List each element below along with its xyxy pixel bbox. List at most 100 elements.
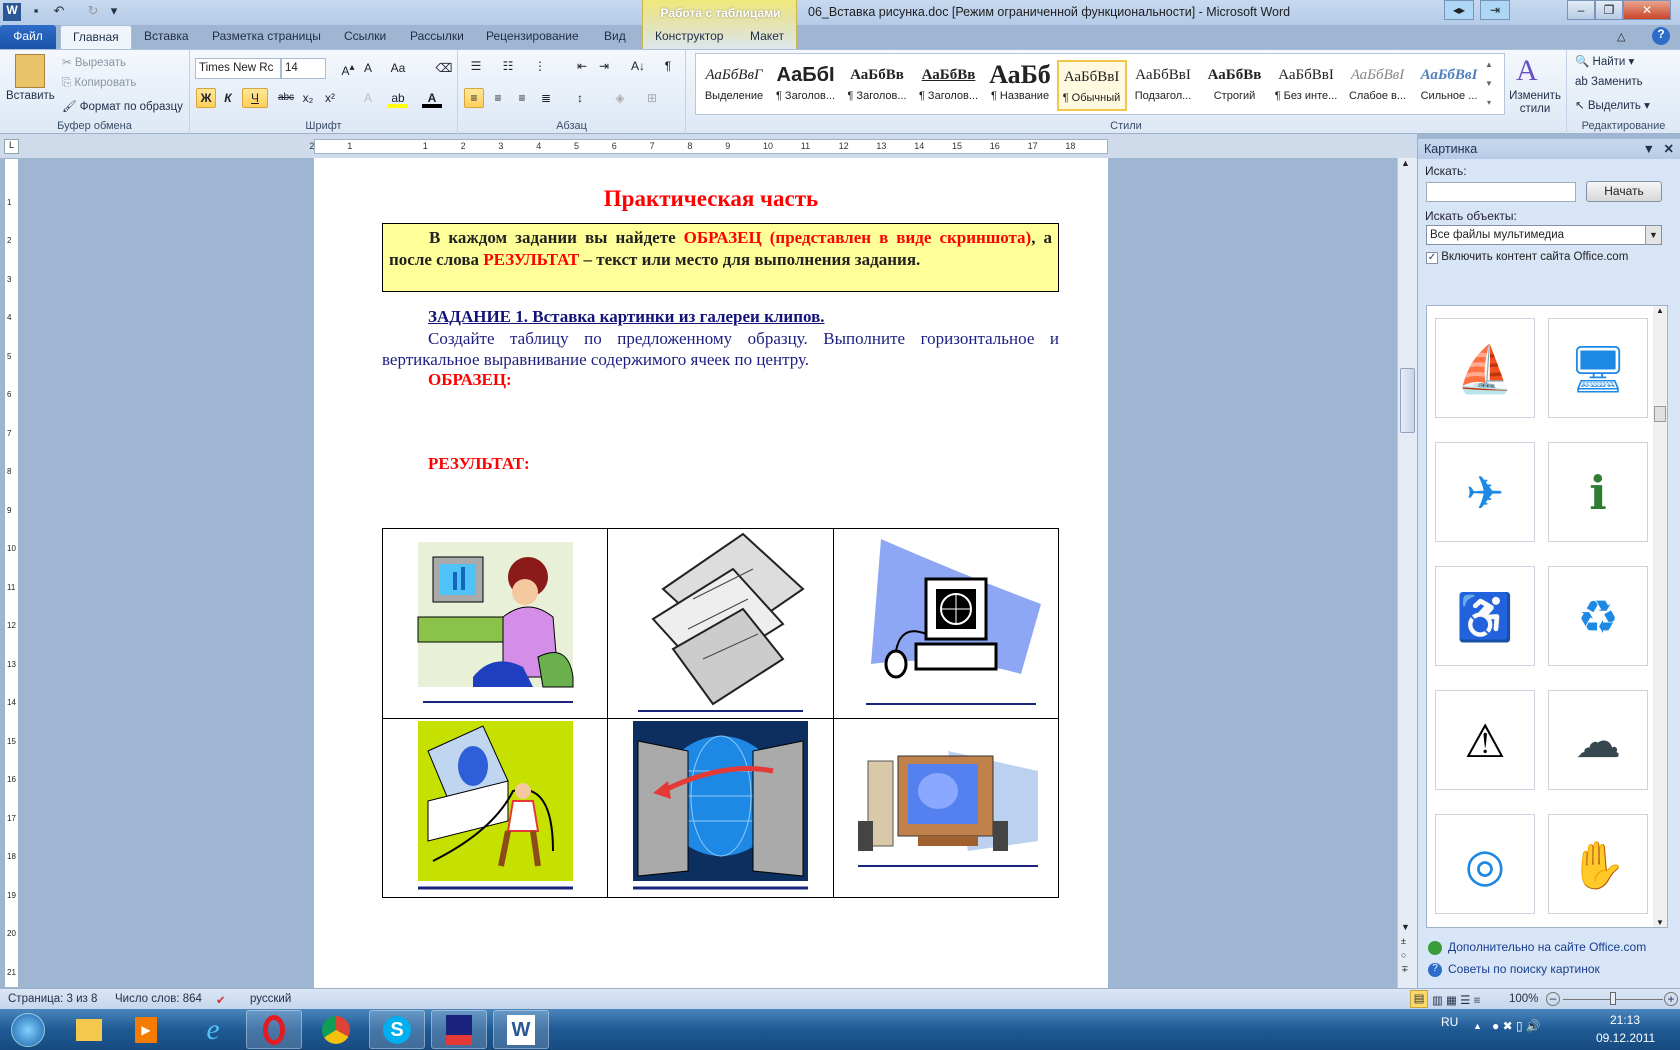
browse-object-icons[interactable]: ▼ ± ○ ∓ bbox=[1401, 920, 1410, 976]
recycle-sign-thumbnail[interactable]: ♻ bbox=[1548, 566, 1648, 666]
chrome-icon[interactable] bbox=[308, 1010, 364, 1049]
superscript-icon[interactable]: x² bbox=[320, 88, 340, 108]
undo-icon[interactable]: ↶ bbox=[50, 3, 68, 21]
change-case-icon[interactable]: Aa bbox=[388, 58, 408, 78]
style-item[interactable]: АаБбВвІ ¶ Без инте... bbox=[1271, 60, 1341, 111]
style-item[interactable]: АаБбВв ¶ Заголов... bbox=[842, 60, 912, 111]
text-effects-icon[interactable]: A bbox=[358, 88, 378, 108]
save-icon[interactable]: ▪ bbox=[27, 3, 45, 21]
split-icon[interactable]: ◂▸ bbox=[1444, 0, 1474, 20]
media-player-icon[interactable]: ▶ bbox=[118, 1010, 174, 1049]
tab-insert[interactable]: Вставка bbox=[132, 25, 201, 49]
copy-button[interactable]: ⎘ Копировать bbox=[62, 77, 136, 90]
tab-references[interactable]: Ссылки bbox=[332, 25, 398, 49]
rain-cloud-thumbnail[interactable]: ☁ bbox=[1548, 690, 1648, 790]
tab-view[interactable]: Вид bbox=[592, 25, 638, 49]
cut-button[interactable]: ✂ Вырезать bbox=[62, 55, 126, 69]
vertical-ruler[interactable]: 1 2 3 4 5 6 7 8 9 10 11 12 13 14 15 16 17 18 19 20 21 bbox=[4, 158, 19, 988]
table-cell[interactable] bbox=[832, 528, 1060, 719]
word-logo-icon[interactable]: W bbox=[3, 3, 21, 21]
tab-review[interactable]: Рецензирование bbox=[474, 25, 591, 49]
show-hidden-icons[interactable]: ▲ bbox=[1473, 1021, 1482, 1031]
style-item[interactable]: АаБбВвІ ¶ Обычный bbox=[1056, 60, 1127, 111]
table-cell[interactable] bbox=[607, 718, 834, 898]
save-app-icon[interactable] bbox=[431, 1010, 487, 1049]
minimize-button[interactable]: – bbox=[1567, 0, 1595, 20]
justify-button[interactable]: ≣ bbox=[536, 88, 556, 108]
style-item[interactable]: АаБбВв Строгий bbox=[1199, 60, 1270, 111]
style-item[interactable]: АаБбВвІ Слабое в... bbox=[1342, 60, 1413, 111]
tray-icons[interactable]: ● ✖ ▯ 🔊 bbox=[1492, 1019, 1541, 1033]
scroll-up-icon[interactable]: ▲ bbox=[1401, 158, 1410, 168]
paste-button[interactable]: Вставить bbox=[6, 90, 55, 102]
language-tray[interactable]: RU bbox=[1441, 1015, 1458, 1029]
show-marks-icon[interactable]: ¶ bbox=[658, 56, 678, 76]
checkbox-checked-icon[interactable]: ✓ bbox=[1426, 252, 1438, 264]
clock-time[interactable]: 21:13 bbox=[1610, 1013, 1640, 1027]
airplane-sign-thumbnail[interactable]: ✈ bbox=[1435, 442, 1535, 542]
info-sign-thumbnail[interactable]: ℹ bbox=[1548, 442, 1648, 542]
gallery-scrollbar[interactable]: ▲ ▼ bbox=[1653, 306, 1667, 927]
pane-menu-icon[interactable]: ▼ bbox=[1643, 142, 1655, 156]
help-icon[interactable]: ? bbox=[1652, 27, 1670, 45]
globe-computer-clipart[interactable] bbox=[851, 534, 1041, 709]
tab-layout[interactable]: Макет bbox=[738, 25, 796, 49]
font-size-select[interactable]: 14 bbox=[281, 58, 326, 79]
document-page[interactable]: Практическая часть В каждом задании вы н… bbox=[314, 158, 1108, 988]
pane-close-icon[interactable]: ✕ bbox=[1664, 141, 1674, 156]
clock-date[interactable]: 09.12.2011 bbox=[1596, 1031, 1655, 1045]
start-button[interactable] bbox=[0, 1010, 56, 1049]
desktop-pc-clipart[interactable] bbox=[848, 741, 1043, 871]
align-center-button[interactable]: ≡ bbox=[488, 88, 508, 108]
tab-file[interactable]: Файл bbox=[0, 25, 56, 49]
gallery-scroll-thumb[interactable] bbox=[1654, 406, 1666, 422]
clipart-table[interactable] bbox=[381, 528, 1060, 898]
internet-explorer-icon[interactable]: e bbox=[185, 1010, 241, 1049]
more-online-link[interactable]: Дополнительно на сайте Office.com bbox=[1448, 940, 1646, 954]
font-color-icon[interactable]: A bbox=[422, 88, 442, 108]
zoom-out-icon[interactable]: – bbox=[1546, 992, 1560, 1006]
close-button[interactable]: ✕ bbox=[1623, 0, 1671, 20]
view-mode-icons[interactable]: ▥ ▦ ☰ ≡ bbox=[1432, 993, 1480, 1007]
align-right-button[interactable]: ≡ bbox=[512, 88, 532, 108]
tab-selector-icon[interactable]: L bbox=[4, 139, 19, 154]
media-type-select[interactable]: Все файлы мультимедиа ▼ bbox=[1426, 225, 1662, 245]
sort-icon[interactable]: A↓ bbox=[628, 56, 648, 76]
format-painter-button[interactable]: 🖌 Формат по образцу bbox=[62, 99, 183, 113]
align-left-button[interactable]: ≡ bbox=[464, 88, 484, 108]
skype-icon[interactable]: S bbox=[369, 1010, 425, 1049]
explorer-icon[interactable] bbox=[61, 1010, 117, 1049]
zoom-level[interactable]: 100% bbox=[1509, 993, 1538, 1005]
grow-font-icon[interactable]: A▴ bbox=[338, 58, 358, 78]
construction-sign-thumbnail[interactable]: ⚠ bbox=[1435, 690, 1535, 790]
decrease-indent-icon[interactable]: ⇤ bbox=[572, 56, 592, 76]
bold-button[interactable]: Ж bbox=[196, 88, 216, 108]
table-cell[interactable] bbox=[381, 528, 609, 719]
strikethrough-icon[interactable]: abc bbox=[276, 88, 296, 108]
tab-home[interactable]: Главная bbox=[60, 25, 132, 49]
replace-button[interactable]: ab Заменить bbox=[1575, 76, 1643, 88]
highlight-icon[interactable]: ab bbox=[388, 88, 408, 108]
include-office-checkbox[interactable]: ✓ Включить контент сайта Office.com bbox=[1426, 251, 1628, 264]
search-tips-link[interactable]: Советы по поиску картинок bbox=[1448, 962, 1600, 976]
language-indicator[interactable]: русский bbox=[250, 993, 291, 1005]
change-styles-button[interactable]: Изменить стили bbox=[1507, 90, 1563, 116]
chevron-down-icon[interactable]: ▼ bbox=[1645, 226, 1661, 244]
scroll-thumb[interactable] bbox=[1400, 368, 1415, 433]
network-globe-clipart[interactable] bbox=[632, 721, 808, 891]
line-spacing-icon[interactable]: ↕ bbox=[570, 88, 590, 108]
word-taskbar-icon[interactable]: W bbox=[493, 1010, 549, 1049]
word-count[interactable]: Число слов: 864 bbox=[115, 993, 202, 1005]
select-button[interactable]: ↖ Выделить ▾ bbox=[1575, 98, 1650, 112]
customize-toolbar-icon[interactable]: ▾ bbox=[105, 3, 123, 21]
tab-design[interactable]: Конструктор bbox=[643, 25, 735, 49]
proofing-icon[interactable]: ✔ bbox=[216, 993, 226, 1007]
woman-at-computer-clipart[interactable] bbox=[413, 537, 578, 707]
target-thumbnail[interactable]: ◎ bbox=[1435, 814, 1535, 914]
minimize-ribbon-icon[interactable]: △ bbox=[1617, 30, 1625, 43]
bullets-icon[interactable]: ☰ bbox=[466, 56, 486, 76]
shrink-font-icon[interactable]: A bbox=[358, 58, 378, 78]
find-button[interactable]: 🔍 Найти ▾ bbox=[1575, 54, 1634, 68]
numbering-icon[interactable]: ☷ bbox=[498, 56, 518, 76]
print-layout-icon[interactable]: ▤ bbox=[1410, 990, 1428, 1008]
